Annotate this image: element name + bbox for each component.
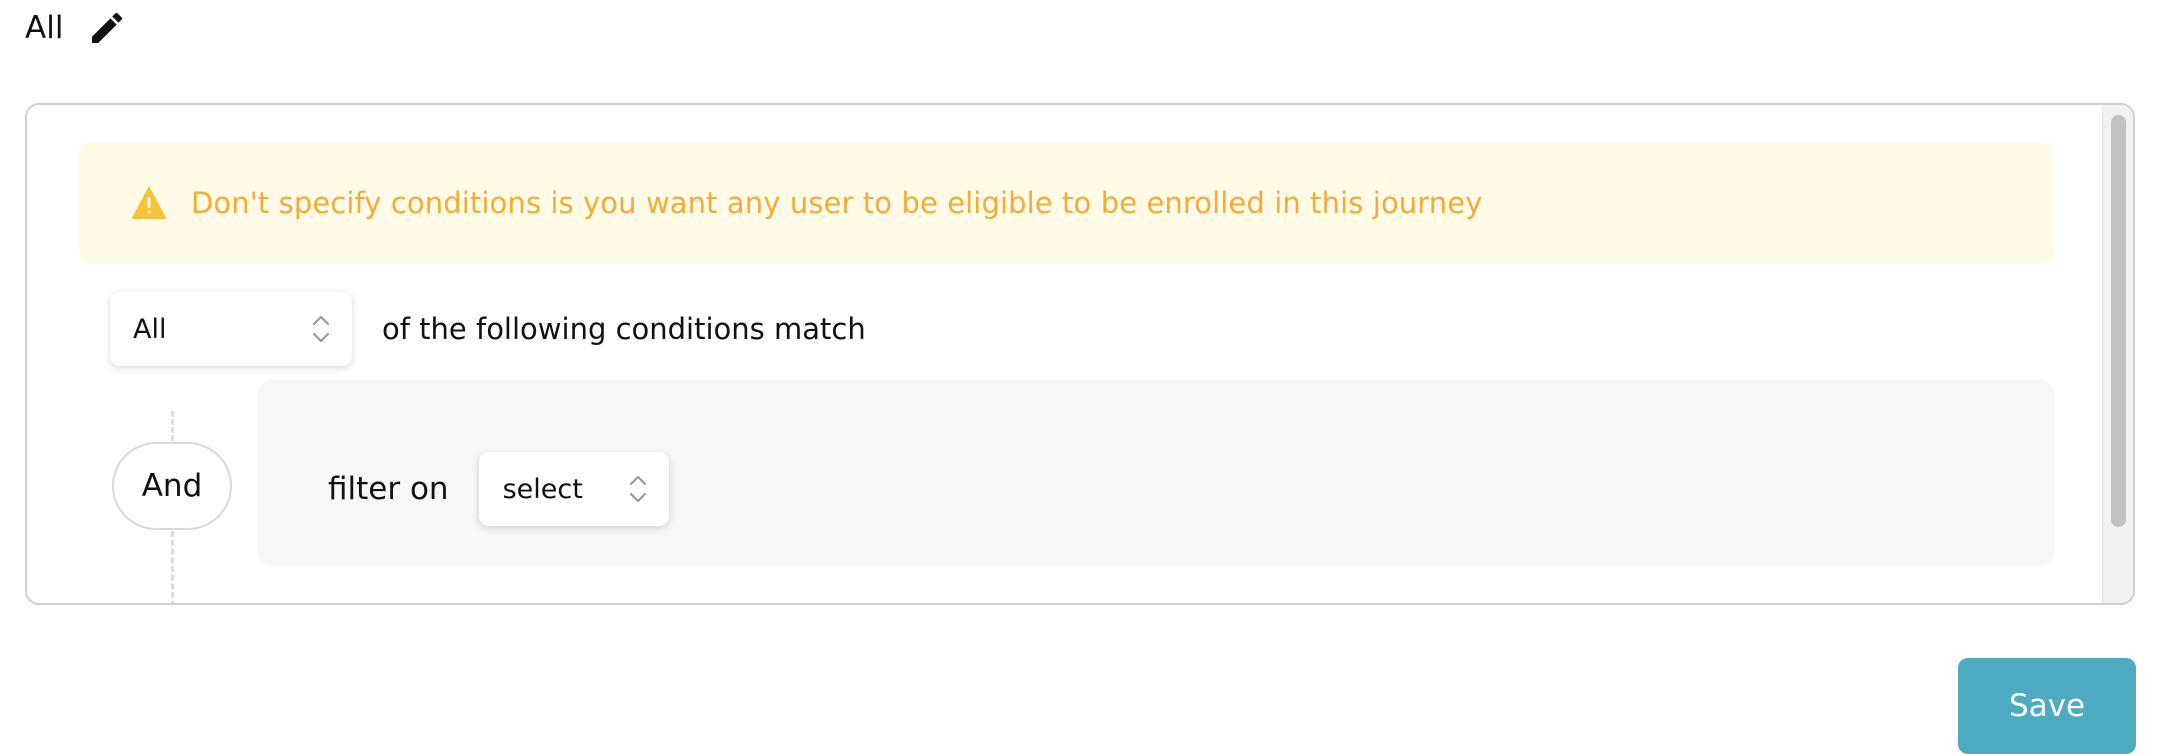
info-alert: Don't specify conditions is you want any…	[79, 143, 2054, 263]
connector-line-top	[171, 411, 174, 441]
chevron-updown-icon	[310, 311, 332, 347]
filter-row: filter on select	[328, 452, 669, 526]
and-operator-button[interactable]: And	[112, 442, 232, 530]
journey-header: All	[25, 4, 129, 52]
match-type-value: All	[133, 313, 167, 345]
conditions-panel: Don't specify conditions is you want any…	[25, 103, 2135, 605]
journey-title: All	[25, 10, 64, 46]
save-button[interactable]: Save	[1958, 658, 2136, 754]
match-description: of the following conditions match	[382, 312, 866, 346]
condition-row: filter on select	[258, 380, 2054, 566]
warning-icon	[131, 185, 167, 221]
filter-select-value: select	[502, 473, 583, 505]
scrollbar-thumb[interactable]	[2111, 115, 2126, 527]
match-type-select[interactable]: All	[110, 292, 352, 366]
alert-message: Don't specify conditions is you want any…	[191, 186, 1483, 220]
panel-scrollbar[interactable]	[2102, 105, 2133, 603]
chevron-updown-icon	[627, 471, 649, 507]
filter-select[interactable]: select	[478, 452, 669, 526]
match-row: All of the following conditions match	[110, 292, 866, 366]
pencil-icon[interactable]	[85, 6, 129, 50]
connector-line-bottom	[171, 531, 174, 603]
filter-on-label: filter on	[328, 471, 449, 507]
